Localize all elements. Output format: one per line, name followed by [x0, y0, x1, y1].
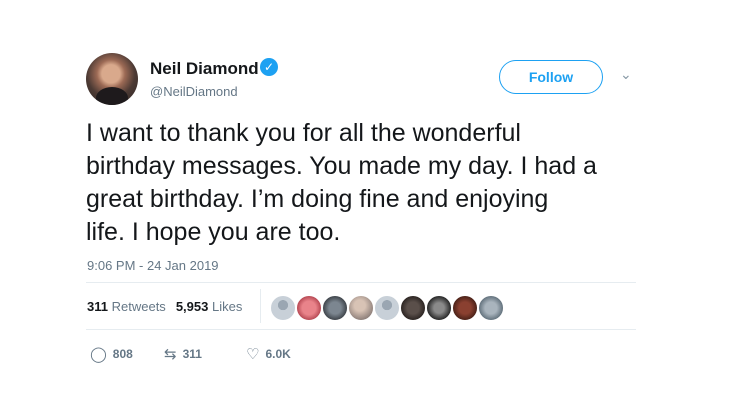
liker-avatar[interactable]	[296, 295, 322, 321]
verified-badge-icon: ✓	[260, 58, 278, 76]
reply-count: 808	[112, 347, 133, 361]
divider	[260, 289, 261, 323]
author-handle[interactable]: @NeilDiamond	[150, 84, 238, 99]
tweet-card: Neil Diamond ✓ @NeilDiamond Follow ⌄ I w…	[0, 0, 737, 415]
chevron-down-icon[interactable]: ⌄	[620, 66, 632, 83]
author-name[interactable]: Neil Diamond	[150, 59, 259, 79]
likes-stat[interactable]: 5,953 Likes	[176, 299, 243, 314]
liker-avatar[interactable]	[322, 295, 348, 321]
retweets-count: 311	[87, 299, 108, 314]
reply-icon: ◯	[90, 346, 107, 363]
heart-icon: ♡	[246, 346, 260, 363]
reply-action[interactable]: ◯ 808	[90, 345, 133, 363]
divider	[86, 329, 636, 330]
author-avatar[interactable]	[86, 53, 138, 105]
liker-avatar[interactable]	[374, 295, 400, 321]
liker-avatar[interactable]	[478, 295, 504, 321]
liker-avatar[interactable]	[400, 295, 426, 321]
likes-label: Likes	[211, 299, 243, 314]
tweet-text: I want to thank you for all the wonderfu…	[86, 119, 597, 246]
liker-avatar[interactable]	[452, 295, 478, 321]
retweet-action[interactable]: ⇆ 311	[164, 345, 202, 363]
liker-avatar[interactable]	[270, 295, 296, 321]
like-action[interactable]: ♡ 6.0K	[246, 345, 291, 363]
liker-avatar[interactable]	[426, 295, 452, 321]
retweet-count: 311	[182, 347, 202, 361]
divider	[86, 282, 636, 283]
retweets-stat[interactable]: 311 Retweets	[87, 299, 166, 314]
retweet-icon: ⇆	[164, 346, 177, 363]
liker-avatar[interactable]	[348, 295, 374, 321]
retweets-label: Retweets	[111, 299, 166, 314]
follow-button[interactable]: Follow	[499, 60, 603, 94]
engagement-stats: 311 Retweets 5,953 Likes	[87, 299, 242, 314]
tweet-timestamp[interactable]: 9:06 PM - 24 Jan 2019	[87, 258, 219, 273]
likes-count: 5,953	[175, 299, 209, 314]
like-count: 6.0K	[265, 347, 291, 361]
